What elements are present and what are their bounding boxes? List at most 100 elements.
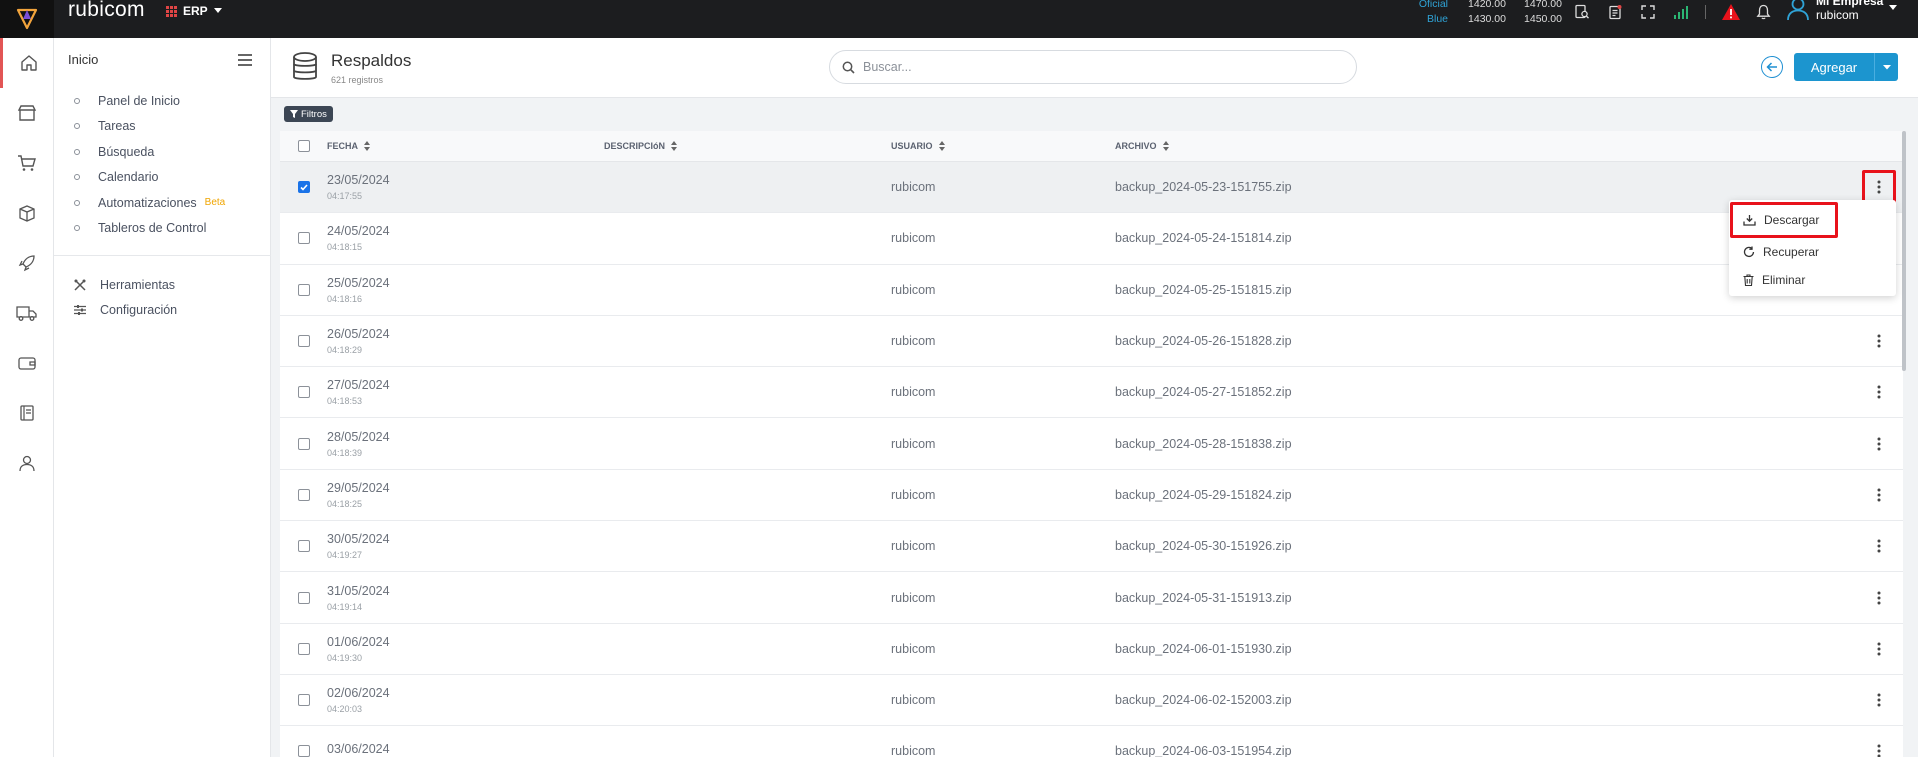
menu-item-eliminar[interactable]: Eliminar <box>1743 273 1805 287</box>
table-row[interactable]: 27/05/2024 04:18:53 rubicom backup_2024-0… <box>280 367 1903 419</box>
sidebar-item-busqueda[interactable]: Búsqueda <box>74 139 225 165</box>
column-usuario[interactable]: USUARIO <box>891 141 945 151</box>
rate-label: Blue <box>1426 13 1448 25</box>
row-file: backup_2024-05-30-151926.zip <box>1115 539 1292 554</box>
filters-button[interactable]: Filtros <box>284 106 333 122</box>
row-actions-button[interactable] <box>1868 330 1890 352</box>
check-icon <box>299 184 308 191</box>
row-checkbox[interactable] <box>297 437 310 450</box>
rail-projects[interactable] <box>0 238 54 288</box>
row-checkbox[interactable] <box>297 386 310 399</box>
row-checkbox[interactable] <box>297 591 310 604</box>
column-label: USUARIO <box>891 141 933 151</box>
kebab-icon <box>1877 385 1881 399</box>
sidebar-item-tareas[interactable]: Tareas <box>74 114 225 140</box>
rail-finance[interactable] <box>0 338 54 388</box>
row-date: 31/05/2024 <box>327 583 390 598</box>
bell-icon[interactable] <box>1747 1 1780 23</box>
row-actions-button[interactable] <box>1868 638 1890 660</box>
user-avatar-icon <box>1787 0 1809 21</box>
sidebar-item-calendario[interactable]: Calendario <box>74 165 225 191</box>
add-button[interactable]: Agregar <box>1794 53 1898 81</box>
row-checkbox[interactable] <box>297 540 310 553</box>
row-actions-button[interactable] <box>1868 381 1890 403</box>
sort-icon <box>671 141 678 151</box>
column-archivo[interactable]: ARCHIVO <box>1115 141 1169 151</box>
row-actions-button[interactable] <box>1868 587 1890 609</box>
rail-users[interactable] <box>0 438 54 488</box>
menu-item-recuperar[interactable]: Recuperar <box>1743 245 1819 259</box>
table-row[interactable]: 25/05/2024 04:18:16 rubicom backup_2024-0… <box>280 265 1903 316</box>
divider <box>54 255 271 256</box>
sidebar-item-label: Automatizaciones <box>98 195 197 210</box>
sliders-icon <box>74 305 86 316</box>
sidebar-item-configuracion[interactable]: Configuración <box>74 298 177 324</box>
row-checkbox[interactable] <box>297 335 310 348</box>
sidebar-item-panel[interactable]: Panel de Inicio <box>74 88 225 114</box>
rail-sales[interactable] <box>0 138 54 188</box>
select-all-checkbox[interactable] <box>297 140 310 152</box>
menu-toggle[interactable] <box>238 53 252 71</box>
sidebar-item-automatizaciones[interactable]: Automatizaciones Beta <box>74 190 225 216</box>
table-row[interactable]: 30/05/2024 04:19:27 rubicom backup_2024-0… <box>280 521 1903 573</box>
rail-inventory[interactable] <box>0 188 54 238</box>
icon-rail <box>0 38 54 757</box>
table-row[interactable]: 31/05/2024 04:19:14 rubicom backup_2024-0… <box>280 572 1903 624</box>
row-checkbox[interactable] <box>297 488 310 501</box>
row-actions-button[interactable] <box>1868 484 1890 506</box>
row-actions-button[interactable] <box>1868 689 1890 711</box>
row-checkbox[interactable] <box>297 283 310 296</box>
table-row[interactable]: 29/05/2024 04:18:25 rubicom backup_2024-0… <box>280 470 1903 522</box>
company-selector[interactable]: Mi Empresa rubicom <box>1786 0 1898 22</box>
ledger-icon <box>20 405 34 421</box>
rail-store[interactable] <box>0 88 54 138</box>
row-file: backup_2024-06-03-151954.zip <box>1115 744 1292 757</box>
row-actions-button[interactable] <box>1868 740 1890 757</box>
fullscreen-icon[interactable] <box>1631 1 1664 23</box>
table-row[interactable]: 24/05/2024 04:18:15 rubicom backup_2024-0… <box>280 213 1903 265</box>
row-checkbox[interactable] <box>297 745 310 757</box>
table-row[interactable]: 01/06/2024 04:19:30 rubicom backup_2024-0… <box>280 624 1903 675</box>
document-search-icon[interactable] <box>1565 1 1598 23</box>
kebab-icon <box>1877 642 1881 656</box>
warning-icon[interactable] <box>1714 1 1747 23</box>
vertical-scrollbar[interactable] <box>1902 131 1906 371</box>
clipboard-icon[interactable] <box>1598 1 1631 23</box>
table-row[interactable]: 28/05/2024 04:18:39 rubicom backup_2024-0… <box>280 418 1903 470</box>
table-row[interactable]: 23/05/2024 04:17:55 rubicom backup_2024-0… <box>280 162 1903 214</box>
sidebar-item-tableros[interactable]: Tableros de Control <box>74 216 225 242</box>
row-checkbox[interactable] <box>297 181 310 194</box>
menu-item-descargar[interactable]: Descargar <box>1730 202 1838 238</box>
signal-icon[interactable] <box>1664 1 1697 23</box>
back-button[interactable] <box>1761 56 1783 78</box>
add-dropdown-toggle[interactable] <box>1874 53 1898 81</box>
rail-home[interactable] <box>0 38 54 88</box>
brand-name: rubicom <box>68 0 145 21</box>
trash-icon <box>1743 274 1754 286</box>
restore-icon <box>1743 246 1755 258</box>
row-actions-button[interactable] <box>1868 433 1890 455</box>
company-user: rubicom <box>1816 8 1859 22</box>
app-logo[interactable] <box>0 0 54 38</box>
bullet-icon <box>74 123 80 130</box>
search-input[interactable] <box>863 60 1343 74</box>
rail-logistics[interactable] <box>0 288 54 338</box>
table-row[interactable]: 02/06/2024 04:20:03 rubicom backup_2024-0… <box>280 675 1903 727</box>
column-fecha[interactable]: FECHA <box>327 141 370 151</box>
module-selector[interactable]: ERP <box>166 4 222 18</box>
rate-row: Blue 1430.00 1450.00 <box>1400 12 1562 27</box>
row-actions-button[interactable] <box>1868 535 1890 557</box>
page-title: Respaldos <box>331 51 412 70</box>
column-descripcion[interactable]: DESCRIPCIóN <box>604 141 678 151</box>
table-row[interactable]: 03/06/2024 rubicom backup_2024-06-03-151… <box>280 726 1903 757</box>
sort-icon <box>938 141 945 151</box>
row-checkbox[interactable] <box>297 642 310 655</box>
table-row[interactable]: 26/05/2024 04:18:29 rubicom backup_2024-0… <box>280 316 1903 368</box>
row-checkbox[interactable] <box>297 232 310 245</box>
rate-buy: 1430.00 <box>1468 13 1506 25</box>
row-checkbox[interactable] <box>297 694 310 707</box>
rail-accounting[interactable] <box>0 388 54 438</box>
row-actions-menu: Descargar Recuperar Eliminar <box>1729 200 1896 296</box>
row-date: 26/05/2024 <box>327 327 390 342</box>
sidebar-item-herramientas[interactable]: Herramientas <box>74 272 177 298</box>
